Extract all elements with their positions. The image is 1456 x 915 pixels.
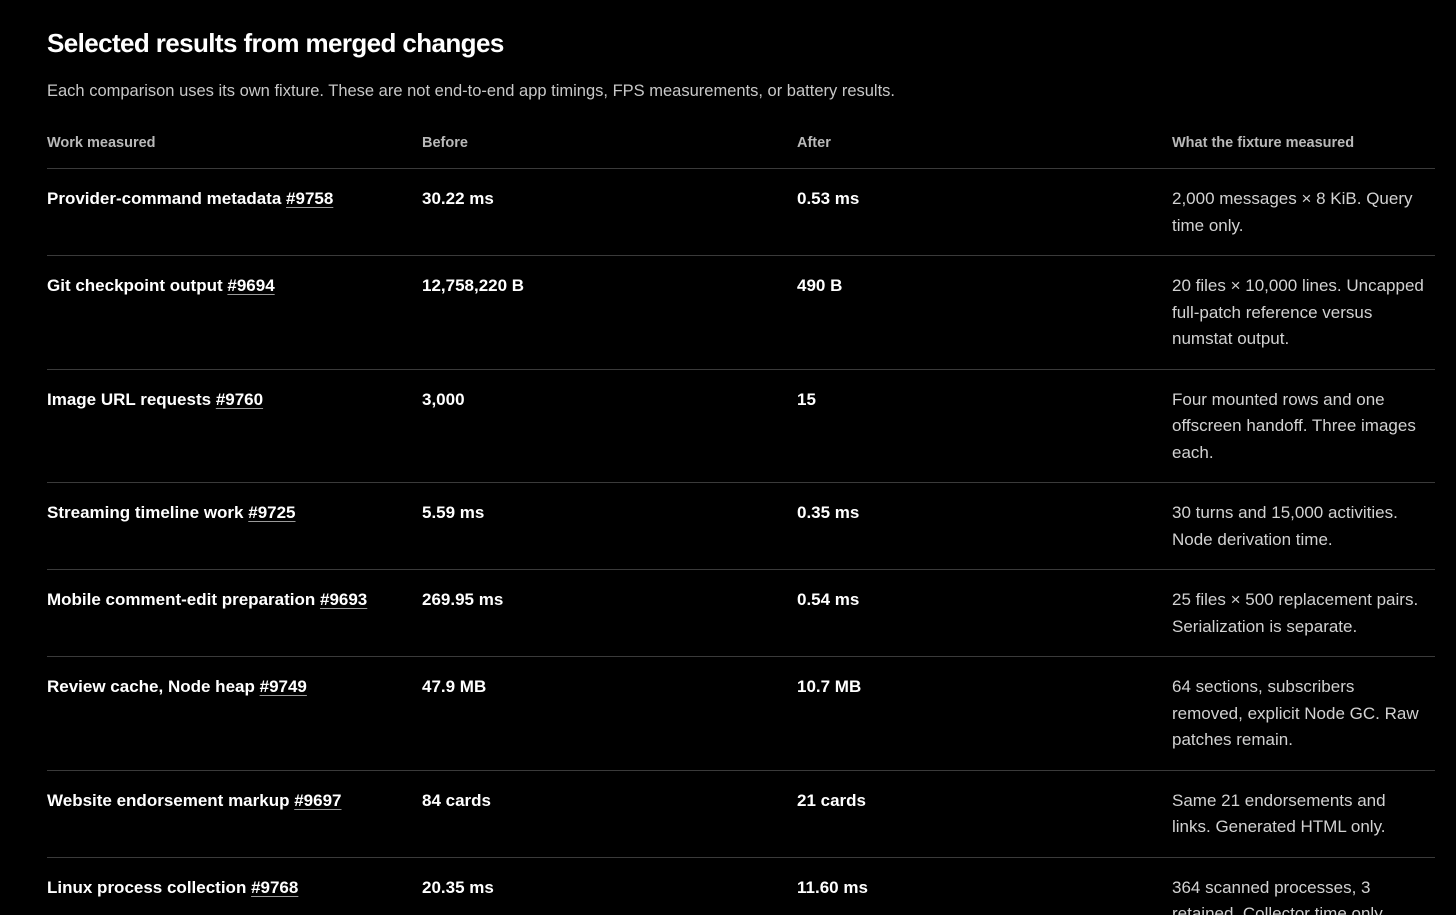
table-row: Streaming timeline work #9725 5.59 ms 0.… [47, 483, 1435, 570]
work-label: Linux process collection [47, 877, 247, 897]
work-cell: Image URL requests #9760 [47, 387, 422, 467]
page-title: Selected results from merged changes [47, 28, 504, 58]
table-row: Image URL requests #9760 3,000 15 Four m… [47, 370, 1435, 483]
after-value: 15 [797, 389, 816, 409]
work-cell: Website endorsement markup #9697 [47, 788, 422, 841]
pr-link[interactable]: #9758 [286, 189, 333, 208]
work-cell: Streaming timeline work #9725 [47, 500, 422, 553]
table-row: Git checkpoint output #9694 12,758,220 B… [47, 256, 1435, 370]
fixture-description: 64 sections, subscribers removed, explic… [1172, 677, 1419, 749]
table-row: Review cache, Node heap #9749 47.9 MB 10… [47, 657, 1435, 771]
pr-link[interactable]: #9749 [260, 677, 307, 696]
after-value: 0.54 ms [797, 590, 860, 609]
work-label: Git checkpoint output [47, 276, 223, 295]
after-value: 0.53 ms [797, 189, 860, 208]
pr-link[interactable]: #9694 [227, 276, 274, 295]
work-cell: Mobile comment-edit preparation #9693 [47, 587, 422, 640]
before-value: 47.9 MB [422, 677, 487, 696]
table-row: Linux process collection #9768 20.35 ms … [47, 858, 1435, 915]
table-row: Mobile comment-edit preparation #9693 26… [47, 570, 1435, 657]
work-label: Provider-command metadata [47, 189, 282, 208]
before-value: 30.22 ms [422, 189, 494, 208]
fixture-description: Same 21 endorsements and links. Generate… [1172, 790, 1386, 837]
pr-link[interactable]: #9768 [251, 878, 298, 897]
fixture-description: 25 files × 500 replacement pairs. Serial… [1172, 590, 1419, 636]
page-subtitle: Each comparison uses its own fixture. Th… [47, 82, 896, 100]
table-row: Website endorsement markup #9697 84 card… [47, 771, 1435, 858]
after-value: 0.35 ms [797, 503, 860, 522]
fixture-description: Four mounted rows and one offscreen hand… [1172, 389, 1416, 462]
before-value: 20.35 ms [422, 877, 494, 897]
pr-link[interactable]: #9725 [248, 503, 295, 522]
fixture-description: 30 turns and 15,000 activities. Node der… [1172, 503, 1398, 549]
results-table: Work measured Before After What the fixt… [47, 135, 1435, 915]
before-value: 3,000 [422, 389, 465, 409]
header-fixture: What the fixture measured [1172, 135, 1355, 151]
before-value: 12,758,220 B [422, 276, 525, 295]
work-cell: Git checkpoint output #9694 [47, 273, 422, 353]
work-cell: Review cache, Node heap #9749 [47, 674, 422, 754]
work-label: Website endorsement markup [47, 790, 290, 810]
header-after: After [797, 135, 831, 151]
before-value: 5.59 ms [422, 503, 485, 522]
work-label: Image URL requests [47, 389, 212, 409]
work-label: Streaming timeline work [47, 503, 244, 522]
after-value: 10.7 MB [797, 677, 862, 696]
results-section: Selected results from merged changes Eac… [0, 0, 1456, 915]
fixture-description: 364 scanned processes, 3 retained. Colle… [1172, 877, 1387, 915]
pr-link[interactable]: #9693 [320, 590, 367, 609]
header-work-measured: Work measured [47, 135, 156, 151]
work-cell: Linux process collection #9768 [47, 875, 422, 915]
before-value: 84 cards [422, 790, 491, 810]
pr-link[interactable]: #9760 [216, 390, 263, 409]
table-row: Provider-command metadata #9758 30.22 ms… [47, 169, 1435, 256]
fixture-description: 2,000 messages × 8 KiB. Query time only. [1172, 189, 1413, 235]
work-label: Mobile comment-edit preparation [47, 590, 316, 609]
fixture-description: 20 files × 10,000 lines. Uncapped full-p… [1172, 276, 1424, 348]
work-label: Review cache, Node heap [47, 677, 255, 696]
pr-link[interactable]: #9697 [294, 791, 341, 810]
before-value: 269.95 ms [422, 590, 504, 609]
after-value: 21 cards [797, 790, 866, 810]
after-value: 490 B [797, 276, 843, 295]
work-cell: Provider-command metadata #9758 [47, 186, 422, 239]
after-value: 11.60 ms [797, 877, 868, 897]
header-before: Before [422, 135, 468, 151]
table-header: Work measured Before After What the fixt… [47, 135, 1435, 169]
